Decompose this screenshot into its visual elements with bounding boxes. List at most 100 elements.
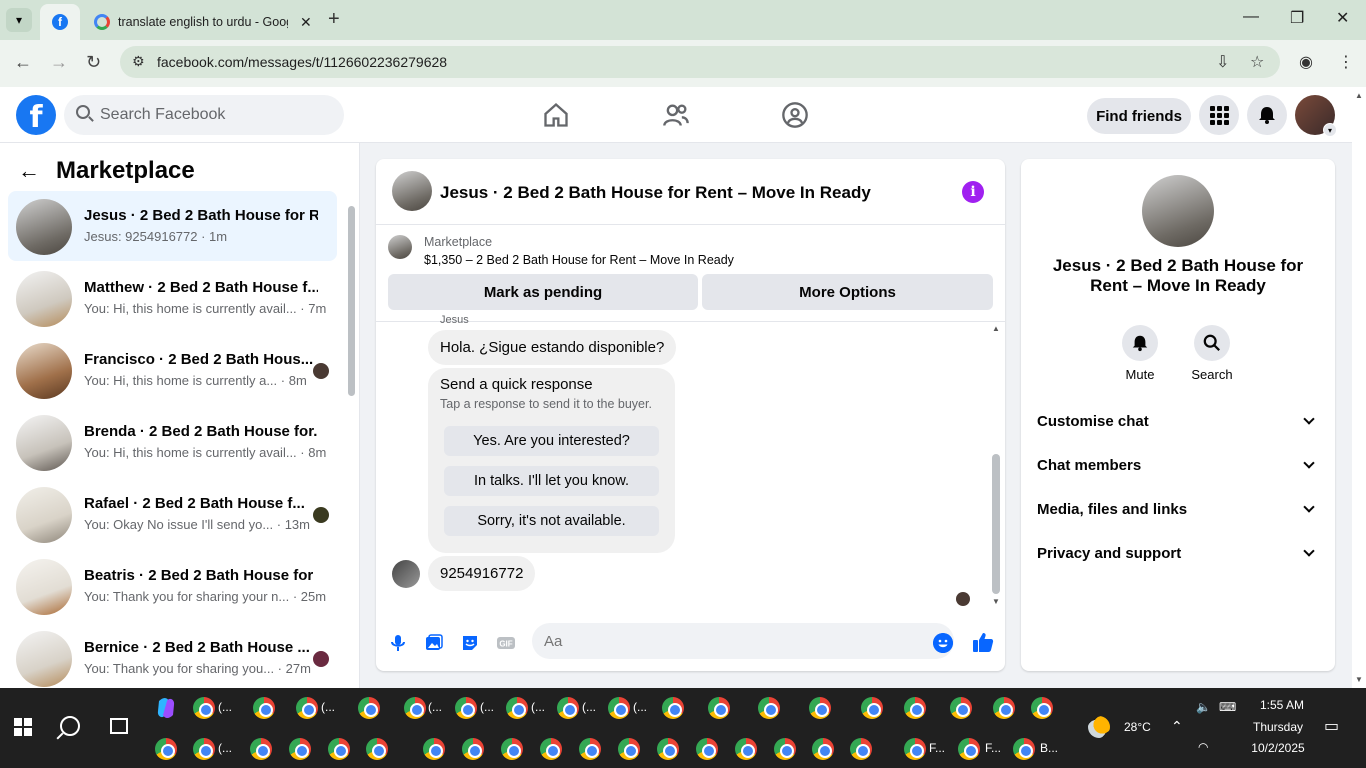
clock-day[interactable]: Thursday [1250,720,1306,734]
conversation-item[interactable]: Rafael · 2 Bed 2 Bath House f... You: Ok… [8,479,337,549]
conversation-list-scrollbar[interactable] [347,198,356,683]
sticker-icon[interactable] [460,633,480,653]
address-bar[interactable]: ⚙ facebook.com/messages/t/11266022362796… [120,46,1280,78]
listing-avatar[interactable] [1142,175,1214,247]
restore-button[interactable]: ❐ [1290,8,1304,28]
chrome-window-icon[interactable] [328,738,350,760]
media-files-links-section[interactable]: Media, files and links [1037,493,1319,525]
more-options-button[interactable]: More Options [702,274,993,310]
copilot-icon[interactable] [155,697,177,719]
conversation-item[interactable]: Matthew · 2 Bed 2 Bath House f... You: H… [8,263,337,333]
chrome-window-icon[interactable] [809,697,831,719]
tab-google-translate[interactable]: translate english to urdu - Goog ✕ [84,4,320,40]
message-input[interactable] [532,623,954,659]
chrome-window-icon[interactable] [1031,697,1053,719]
scroll-up-arrow-icon[interactable]: ▲ [992,324,1000,333]
chrome-window-icon[interactable] [850,738,872,760]
chrome-window-icon[interactable] [904,697,926,719]
search-input[interactable] [100,95,330,135]
scrollbar-thumb[interactable] [992,454,1000,594]
scroll-up-arrow-icon[interactable]: ▲ [1355,91,1363,100]
new-tab-button[interactable]: + [328,8,340,31]
chrome-window-icon[interactable] [506,697,528,719]
scroll-down-arrow-icon[interactable]: ▼ [992,597,1000,606]
notification-center-icon[interactable]: ▭ [1324,716,1339,736]
scrollbar-thumb[interactable] [348,206,355,396]
chrome-window-icon[interactable] [758,697,780,719]
conversation-item[interactable]: Brenda · 2 Bed 2 Bath House for... You: … [8,407,337,477]
menu-kebab-icon[interactable]: ⋮ [1338,52,1354,72]
chrome-window-icon[interactable] [812,738,834,760]
chrome-window-icon[interactable] [423,738,445,760]
clock-time[interactable]: 1:55 AM [1254,698,1310,712]
weather-temperature[interactable]: 28°C [1124,720,1151,734]
chrome-window-icon[interactable] [455,697,477,719]
chrome-window-icon[interactable] [540,738,562,760]
conversation-item[interactable]: Francisco · 2 Bed 2 Bath Hous... You: Hi… [8,335,337,405]
facebook-search[interactable] [64,95,344,135]
chrome-window-icon[interactable] [696,738,718,760]
menu-grid-button[interactable] [1199,95,1239,135]
task-view-icon[interactable] [110,718,128,734]
scroll-down-arrow-icon[interactable]: ▼ [1355,675,1363,684]
chat-title[interactable]: Jesus · 2 Bed 2 Bath House for Rent – Mo… [440,183,871,203]
chrome-window-icon[interactable] [861,697,883,719]
groups-icon[interactable] [781,101,809,129]
tab-search-dropdown[interactable]: ▾ [6,8,32,32]
chrome-window-icon[interactable] [950,697,972,719]
mark-as-pending-button[interactable]: Mark as pending [388,274,698,310]
message-scrollbar[interactable]: ▲ ▼ [990,322,1002,612]
find-friends-button[interactable]: Find friends [1087,98,1191,134]
forward-icon[interactable]: → [50,52,68,73]
quick-reply-button[interactable]: Yes. Are you interested? [444,426,659,456]
chrome-window-icon[interactable] [462,738,484,760]
close-window-button[interactable]: ✕ [1336,8,1349,28]
thumbs-up-icon[interactable] [972,631,994,653]
wifi-icon[interactable]: ◠ [1198,740,1208,754]
bookmark-star-icon[interactable]: ☆ [1250,52,1264,72]
chrome-window-icon[interactable] [662,697,684,719]
profile-icon[interactable]: ◉ [1299,52,1313,72]
chrome-window-icon[interactable] [193,738,215,760]
back-icon[interactable]: ← [14,52,32,73]
volume-icon[interactable]: 🔈 [1196,700,1211,714]
chat-members-section[interactable]: Chat members [1037,449,1319,481]
search-in-chat-button[interactable]: Search [1182,325,1242,382]
chrome-window-icon[interactable] [579,738,601,760]
chrome-window-icon[interactable] [657,738,679,760]
chrome-window-icon[interactable] [253,697,275,719]
chrome-window-icon[interactable] [501,738,523,760]
install-app-icon[interactable]: ⇩ [1216,52,1229,72]
notifications-button[interactable] [1247,95,1287,135]
photo-icon[interactable] [424,633,444,653]
tab-close-icon[interactable]: ✕ [300,14,312,31]
chrome-window-icon[interactable] [904,738,926,760]
conversation-item[interactable]: Bernice · 2 Bed 2 Bath House ... You: Th… [8,623,337,688]
back-arrow-icon[interactable]: ← [18,158,40,184]
chrome-window-icon[interactable] [250,738,272,760]
chrome-window-icon[interactable] [296,697,318,719]
chrome-window-icon[interactable] [557,697,579,719]
home-icon[interactable] [542,101,570,129]
chrome-window-icon[interactable] [1013,738,1035,760]
chrome-window-icon[interactable] [404,697,426,719]
account-avatar[interactable]: ▾ [1295,95,1337,137]
quick-reply-button[interactable]: In talks. I'll let you know. [444,466,659,496]
microphone-icon[interactable] [388,633,408,653]
quick-reply-button[interactable]: Sorry, it's not available. [444,506,659,536]
chrome-window-icon[interactable] [289,738,311,760]
sender-avatar[interactable] [392,560,420,588]
chrome-window-icon[interactable] [358,697,380,719]
clock-date[interactable]: 10/2/2025 [1246,741,1310,755]
facebook-logo-icon[interactable]: f [16,95,56,135]
info-icon[interactable]: i [962,181,984,203]
windows-start-icon[interactable] [14,718,32,736]
chrome-window-icon[interactable] [735,738,757,760]
chat-avatar[interactable] [392,171,432,211]
reload-icon[interactable]: ↻ [86,52,101,73]
customise-chat-section[interactable]: Customise chat [1037,405,1319,437]
chrome-window-icon[interactable] [155,738,177,760]
message-bubble[interactable]: 9254916772 [428,556,536,591]
message-bubble[interactable]: Hola. ¿Sigue estando disponible? [428,330,677,365]
conversation-item[interactable]: Beatris · 2 Bed 2 Bath House for ... You… [8,551,337,621]
